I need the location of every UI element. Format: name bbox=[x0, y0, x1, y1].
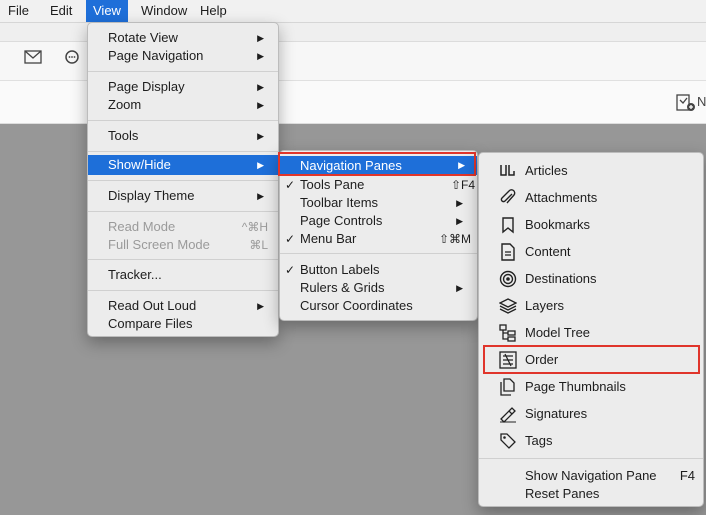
menu-item-rulers-grids[interactable]: Rulers & Grids ▶ bbox=[280, 279, 477, 297]
menu-item-tools[interactable]: Tools ▶ bbox=[88, 127, 278, 145]
menu-bar: File Edit View Window Help bbox=[0, 0, 706, 23]
menu-item-order[interactable]: Order bbox=[479, 346, 703, 373]
menu-separator bbox=[88, 120, 278, 121]
shortcut-read-mode: ^⌘H bbox=[241, 220, 268, 234]
bookmark-icon bbox=[499, 216, 517, 234]
menu-item-tags[interactable]: Tags bbox=[479, 427, 703, 454]
menu-item-page-navigation[interactable]: Page Navigation ▶ bbox=[88, 47, 278, 65]
menu-item-button-labels[interactable]: ✓ Button Labels bbox=[280, 261, 477, 279]
menu-item-menu-bar[interactable]: ✓ Menu Bar ⇧⌘M bbox=[280, 230, 477, 248]
menu-separator bbox=[280, 253, 477, 254]
menu-item-tracker[interactable]: Tracker... bbox=[88, 266, 278, 284]
chevron-right-icon: ▶ bbox=[458, 160, 465, 170]
menu-item-navigation-panes[interactable]: Navigation Panes ▶ bbox=[280, 156, 477, 175]
chevron-right-icon: ▶ bbox=[257, 301, 264, 311]
page-thumbnails-icon bbox=[499, 378, 517, 396]
menu-window[interactable]: Window bbox=[134, 0, 194, 22]
chevron-right-icon: ▶ bbox=[456, 283, 463, 293]
menu-edit[interactable]: Edit bbox=[43, 0, 79, 22]
chevron-right-icon: ▶ bbox=[257, 100, 264, 110]
layers-icon bbox=[498, 297, 518, 315]
menu-item-display-theme[interactable]: Display Theme ▶ bbox=[88, 187, 278, 205]
tag-icon bbox=[499, 432, 517, 450]
menu-separator bbox=[88, 180, 278, 181]
view-menu: Rotate View ▶ Page Navigation ▶ Page Displ… bbox=[87, 22, 279, 337]
menu-item-articles[interactable]: Articles bbox=[479, 157, 703, 184]
menu-item-page-thumbnails[interactable]: Page Thumbnails bbox=[479, 373, 703, 400]
chevron-right-icon: ▶ bbox=[257, 131, 264, 141]
menu-item-toolbar-items[interactable]: Toolbar Items ▶ bbox=[280, 194, 477, 212]
chevron-right-icon: ▶ bbox=[456, 198, 463, 208]
menu-separator bbox=[88, 151, 278, 152]
menu-separator bbox=[88, 71, 278, 72]
menu-separator bbox=[88, 211, 278, 212]
menu-item-layers[interactable]: Layers bbox=[479, 292, 703, 319]
menu-item-page-controls[interactable]: Page Controls ▶ bbox=[280, 212, 477, 230]
menu-separator bbox=[88, 290, 278, 291]
menu-item-full-screen-mode: Full Screen Mode ⌘L bbox=[108, 237, 268, 252]
menu-item-content[interactable]: Content bbox=[479, 238, 703, 265]
menu-item-destinations[interactable]: Destinations bbox=[479, 265, 703, 292]
chevron-right-icon: ▶ bbox=[257, 82, 264, 92]
menu-separator bbox=[88, 259, 278, 260]
menu-item-show-hide[interactable]: Show/Hide ▶ bbox=[88, 155, 278, 175]
edit-document-icon[interactable] bbox=[676, 94, 696, 115]
chevron-right-icon: ▶ bbox=[456, 216, 463, 226]
order-icon bbox=[499, 351, 517, 369]
paperclip-icon bbox=[499, 189, 517, 207]
menu-help[interactable]: Help bbox=[193, 0, 234, 22]
menu-separator bbox=[479, 458, 703, 459]
checkmark-icon: ✓ bbox=[285, 263, 296, 277]
show-hide-submenu: Navigation Panes ▶ ✓ Tools Pane ⇧F4 Toolbar… bbox=[279, 150, 478, 321]
zoom-icon[interactable] bbox=[64, 49, 82, 70]
chevron-right-icon: ▶ bbox=[257, 191, 264, 201]
menu-item-bookmarks[interactable]: Bookmarks bbox=[479, 211, 703, 238]
menu-item-attachments[interactable]: Attachments bbox=[479, 184, 703, 211]
menu-item-cursor-coordinates[interactable]: Cursor Coordinates bbox=[280, 297, 477, 315]
menu-item-compare-files[interactable]: Compare Files bbox=[88, 315, 278, 333]
toolbar-label-cut: N bbox=[697, 94, 706, 109]
content-icon bbox=[499, 243, 517, 261]
envelope-icon[interactable] bbox=[24, 50, 42, 67]
menu-item-zoom[interactable]: Zoom ▶ bbox=[88, 96, 278, 114]
menu-view[interactable]: View bbox=[86, 0, 128, 22]
articles-icon bbox=[499, 162, 517, 180]
signature-icon bbox=[499, 405, 517, 423]
shortcut-menu-bar: ⇧⌘M bbox=[438, 232, 471, 246]
menu-item-model-tree[interactable]: Model Tree bbox=[479, 319, 703, 346]
shortcut-full-screen: ⌘L bbox=[249, 238, 268, 252]
menu-file[interactable]: File bbox=[1, 0, 36, 22]
destinations-icon bbox=[499, 270, 517, 288]
navigation-panes-submenu: Articles Attachments Bookmarks Content D… bbox=[478, 152, 704, 507]
chevron-right-icon: ▶ bbox=[257, 51, 264, 61]
shortcut-tools-pane: ⇧F4 bbox=[450, 178, 475, 192]
menu-item-show-navigation-pane[interactable]: Show Navigation Pane F4 bbox=[479, 467, 703, 485]
chevron-right-icon: ▶ bbox=[257, 160, 264, 170]
checkmark-icon: ✓ bbox=[285, 178, 296, 192]
menu-item-rotate-view[interactable]: Rotate View ▶ bbox=[88, 29, 278, 47]
chevron-right-icon: ▶ bbox=[257, 33, 264, 43]
menu-item-read-out-loud[interactable]: Read Out Loud ▶ bbox=[88, 297, 278, 315]
menu-item-read-mode: Read Mode ^⌘H bbox=[108, 219, 268, 234]
menu-item-reset-panes[interactable]: Reset Panes bbox=[479, 485, 703, 503]
checkmark-icon: ✓ bbox=[285, 232, 296, 246]
shortcut-show-navigation-pane: F4 bbox=[679, 468, 695, 483]
menu-item-tools-pane[interactable]: ✓ Tools Pane ⇧F4 bbox=[280, 176, 477, 194]
model-tree-icon bbox=[499, 324, 517, 342]
menu-item-signatures[interactable]: Signatures bbox=[479, 400, 703, 427]
menu-item-page-display[interactable]: Page Display ▶ bbox=[88, 78, 278, 96]
